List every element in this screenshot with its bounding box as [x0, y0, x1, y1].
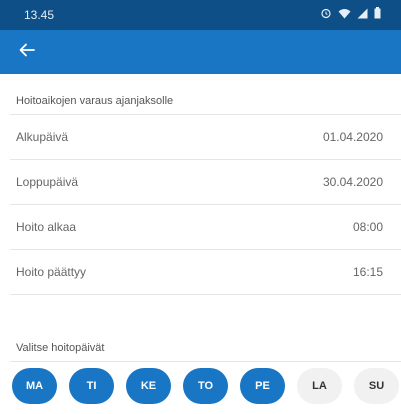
divider: [10, 294, 401, 295]
day-toggle-la[interactable]: LA: [297, 368, 342, 404]
end-date-value: 30.04.2020: [322, 175, 383, 189]
day-toggle-pe[interactable]: PE: [240, 368, 285, 404]
app-bar: [0, 30, 401, 74]
signal-icon: [357, 8, 368, 19]
care-start-row[interactable]: Hoito alkaa 08:00: [0, 205, 401, 249]
care-end-row[interactable]: Hoito päättyy 16:15: [0, 250, 401, 294]
end-date-label: Loppupäivä: [16, 175, 79, 189]
arrow-left-icon: [19, 43, 35, 62]
care-end-value: 16:15: [352, 265, 383, 279]
start-date-value: 01.04.2020: [322, 130, 383, 144]
status-icons: [320, 7, 381, 19]
wifi-icon: [338, 8, 351, 19]
day-toggle-ma[interactable]: MA: [12, 368, 57, 404]
day-toggle-su[interactable]: SU: [354, 368, 399, 404]
days-title: Valitse hoitopäivät: [16, 342, 105, 354]
day-selector: MA TI KE TO PE LA SU: [12, 368, 401, 404]
care-start-value: 08:00: [352, 220, 383, 234]
status-time: 13.45: [24, 8, 55, 22]
back-button[interactable]: [14, 39, 40, 65]
day-toggle-to[interactable]: TO: [183, 368, 228, 404]
day-toggle-ti[interactable]: TI: [69, 368, 114, 404]
start-date-label: Alkupäivä: [16, 130, 69, 144]
battery-icon: [374, 7, 381, 19]
divider: [10, 361, 401, 362]
care-start-label: Hoito alkaa: [16, 220, 77, 234]
status-bar: 13.45: [0, 0, 401, 30]
day-toggle-ke[interactable]: KE: [126, 368, 171, 404]
start-date-row[interactable]: Alkupäivä 01.04.2020: [0, 115, 401, 159]
alarm-icon: [320, 7, 332, 19]
end-date-row[interactable]: Loppupäivä 30.04.2020: [0, 160, 401, 204]
section-title: Hoitoaikojen varaus ajanjaksolle: [16, 95, 174, 107]
care-end-label: Hoito päättyy: [16, 265, 87, 279]
